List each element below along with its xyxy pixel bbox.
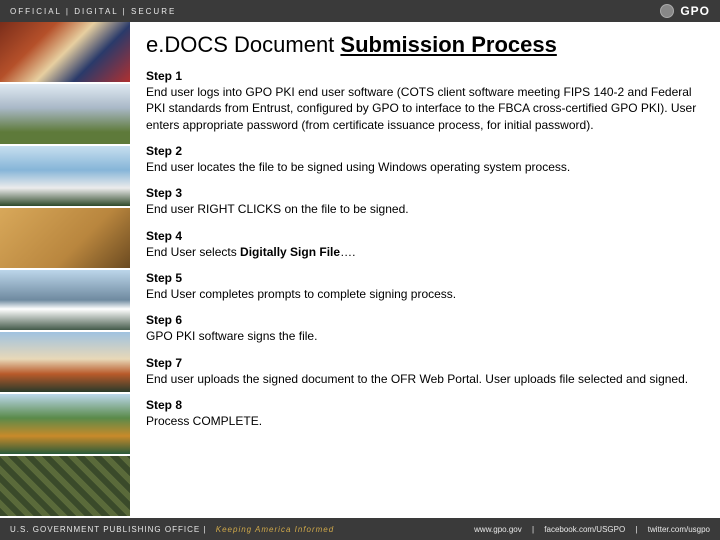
step-8-body: Process COMPLETE. (146, 414, 262, 428)
footer-bar: U.S. GOVERNMENT PUBLISHING OFFICE | Keep… (0, 518, 720, 540)
thumb-glasses-book (0, 208, 130, 270)
step-4-label: Step 4 (146, 228, 702, 244)
step-4: Step 4 End User selects Digitally Sign F… (146, 228, 702, 260)
footer-right: www.gpo.gov | facebook.com/USGPO | twitt… (466, 525, 710, 534)
step-4-body-bold: Digitally Sign File (240, 245, 340, 259)
step-3-label: Step 3 (146, 185, 702, 201)
footer-org: U.S. GOVERNMENT PUBLISHING OFFICE (10, 525, 200, 534)
footer-sep2: | (532, 525, 534, 534)
step-4-body-pre: End User selects (146, 245, 240, 259)
step-5: Step 5 End User completes prompts to com… (146, 270, 702, 302)
step-2: Step 2 End user locates the file to be s… (146, 143, 702, 175)
step-3-body: End user RIGHT CLICKS on the file to be … (146, 202, 409, 216)
thumb-mountains (0, 146, 130, 208)
footer-link-site[interactable]: www.gpo.gov (474, 525, 522, 534)
step-8: Step 8 Process COMPLETE. (146, 397, 702, 429)
footer-left: U.S. GOVERNMENT PUBLISHING OFFICE | Keep… (10, 525, 334, 534)
title-underlined: Submission Process (340, 32, 556, 57)
gpo-logo-text: GPO (680, 4, 710, 18)
step-1-body: End user logs into GPO PKI end user soft… (146, 85, 696, 131)
footer-sep3: | (635, 525, 637, 534)
step-4-body-post: …. (340, 245, 355, 259)
thumb-autumn (0, 394, 130, 456)
step-2-label: Step 2 (146, 143, 702, 159)
step-6-body: GPO PKI software signs the file. (146, 329, 317, 343)
step-5-body: End User completes prompts to complete s… (146, 287, 456, 301)
thumb-capitol (0, 84, 130, 146)
step-7: Step 7 End user uploads the signed docum… (146, 355, 702, 387)
step-5-label: Step 5 (146, 270, 702, 286)
footer-link-fb[interactable]: facebook.com/USGPO (544, 525, 625, 534)
thumb-monument (0, 332, 130, 394)
main-content: e.DOCS Document Submission Process Step … (130, 22, 720, 518)
gpo-seal-icon (660, 4, 674, 18)
step-7-body: End user uploads the signed document to … (146, 372, 688, 386)
step-6: Step 6 GPO PKI software signs the file. (146, 312, 702, 344)
step-1: Step 1 End user logs into GPO PKI end us… (146, 68, 702, 133)
step-8-label: Step 8 (146, 397, 702, 413)
step-3: Step 3 End user RIGHT CLICKS on the file… (146, 185, 702, 217)
footer-sep: | (203, 525, 209, 534)
thumb-rushmore (0, 270, 130, 332)
top-bar: OFFICIAL | DIGITAL | SECURE GPO (0, 0, 720, 22)
step-7-label: Step 7 (146, 355, 702, 371)
gpo-logo: GPO (660, 4, 710, 18)
body-area: e.DOCS Document Submission Process Step … (0, 22, 720, 518)
title-prefix: e.DOCS Document (146, 32, 340, 57)
step-6-label: Step 6 (146, 312, 702, 328)
step-1-label: Step 1 (146, 68, 702, 84)
image-strip (0, 22, 130, 518)
thumb-soldiers (0, 456, 130, 518)
thumb-eagle-flag (0, 22, 130, 84)
page-title: e.DOCS Document Submission Process (146, 32, 702, 58)
step-2-body: End user locates the file to be signed u… (146, 160, 570, 174)
topbar-tagline: OFFICIAL | DIGITAL | SECURE (10, 7, 176, 16)
footer-link-tw[interactable]: twitter.com/usgpo (648, 525, 710, 534)
footer-tagline: Keeping America Informed (216, 525, 334, 534)
